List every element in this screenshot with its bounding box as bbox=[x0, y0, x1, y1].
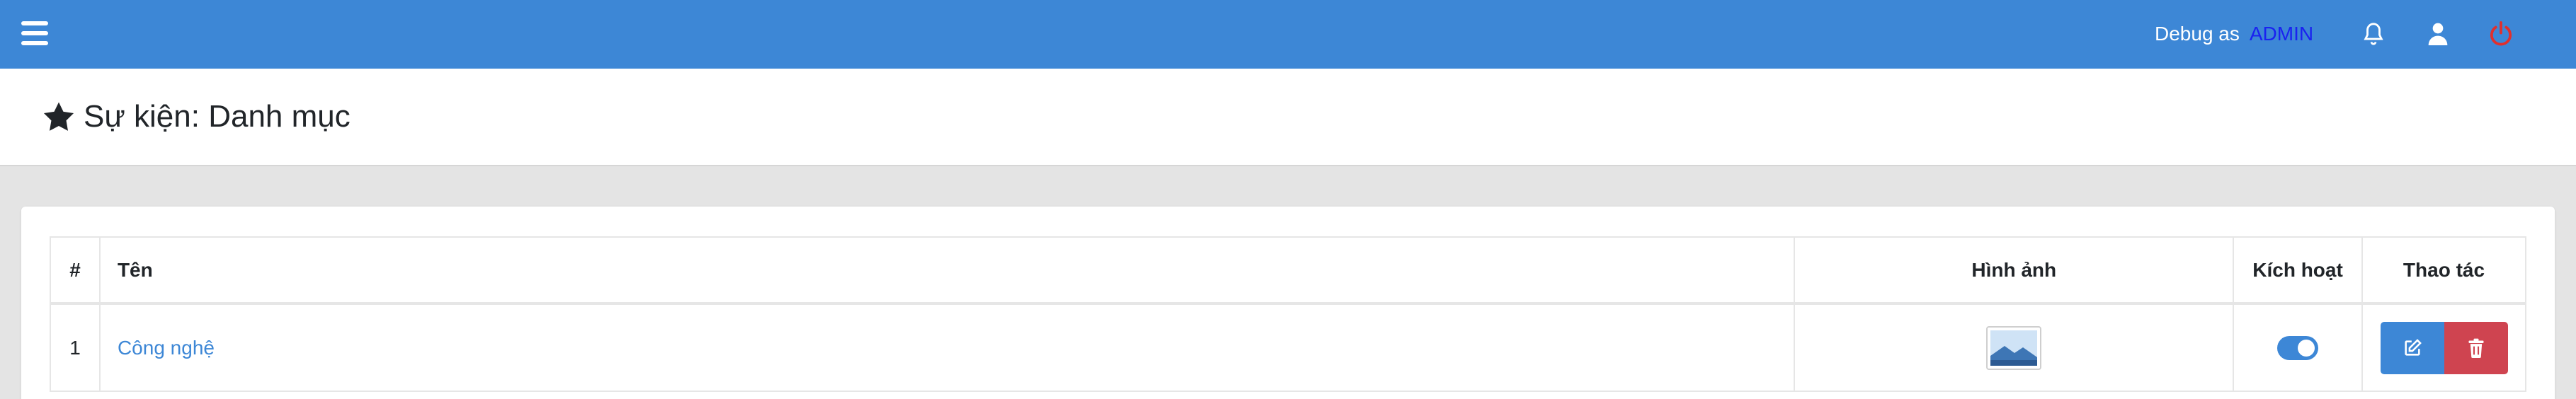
user-icon[interactable] bbox=[2422, 18, 2454, 50]
header-active: Kích hoạt bbox=[2233, 236, 2363, 305]
top-navbar: Debug as ADMIN bbox=[0, 0, 2576, 69]
menu-icon[interactable] bbox=[21, 21, 48, 45]
row-name-link[interactable]: Công nghệ bbox=[118, 337, 215, 359]
bell-icon[interactable] bbox=[2358, 18, 2389, 50]
table-card: # Tên Hình ảnh Kích hoạt Thao tác 1 Công… bbox=[21, 207, 2555, 399]
delete-button[interactable] bbox=[2444, 321, 2508, 374]
header-num: # bbox=[50, 236, 101, 305]
header-actions: Thao tác bbox=[2361, 236, 2526, 305]
page-header: Sự kiện: Danh mục bbox=[0, 69, 2576, 166]
trash-icon bbox=[2468, 338, 2483, 358]
star-icon bbox=[43, 102, 74, 131]
active-toggle[interactable] bbox=[2277, 335, 2319, 360]
header-image: Hình ảnh bbox=[1794, 236, 2235, 305]
image-placeholder-icon[interactable] bbox=[1986, 325, 2042, 370]
table-header-row: # Tên Hình ảnh Kích hoạt Thao tác bbox=[50, 236, 2526, 305]
row-actions-cell bbox=[2361, 303, 2526, 392]
debug-role[interactable]: ADMIN bbox=[2250, 23, 2313, 45]
row-num: 1 bbox=[50, 303, 101, 392]
category-table: # Tên Hình ảnh Kích hoạt Thao tác 1 Công… bbox=[50, 236, 2526, 392]
row-image-cell bbox=[1794, 303, 2235, 392]
power-icon[interactable] bbox=[2485, 18, 2517, 50]
edit-button[interactable] bbox=[2380, 321, 2444, 374]
row-active-cell bbox=[2233, 303, 2363, 392]
table-row: 1 Công nghệ bbox=[50, 303, 2526, 392]
debug-info: Debug as ADMIN bbox=[2155, 21, 2313, 47]
page-title-text: Sự kiện: Danh mục bbox=[84, 99, 351, 134]
page-title: Sự kiện: Danh mục bbox=[42, 97, 351, 137]
row-name-cell: Công nghệ bbox=[98, 303, 1796, 392]
header-name: Tên bbox=[98, 236, 1796, 305]
edit-icon bbox=[2404, 338, 2422, 356]
debug-label: Debug as bbox=[2155, 23, 2240, 45]
